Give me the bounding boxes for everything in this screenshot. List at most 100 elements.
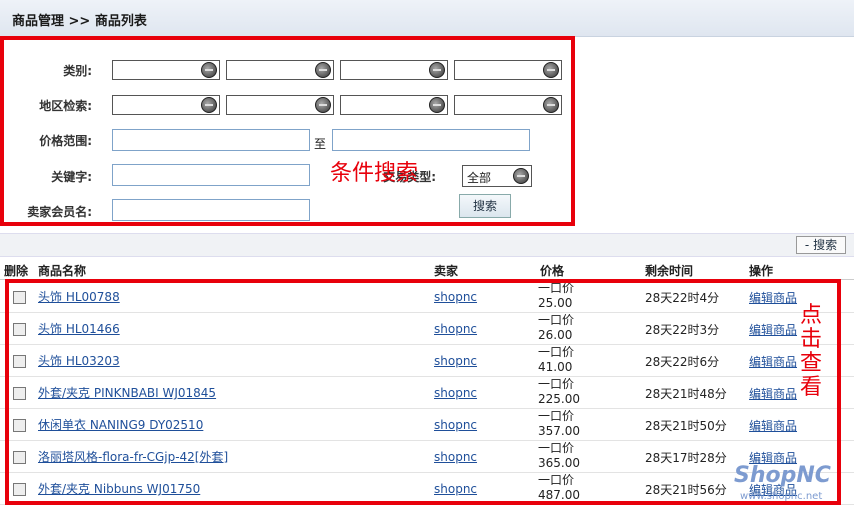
price-type: 一口价 [538, 345, 575, 359]
price-value: 487.00 [538, 488, 580, 502]
product-name-link[interactable]: 外套/夹克 Nibbuns WJ01750 [38, 480, 200, 497]
header-delete: 删除 [4, 264, 29, 278]
remaining-time: 28天21时50分 [645, 419, 727, 433]
separator-bar [0, 233, 854, 257]
dropdown-knob-icon [201, 62, 217, 78]
table-row: 头饰 HL01466 shopnc 一口价 26.00 28天22时3分 编辑商… [0, 312, 854, 345]
seller-label: 卖家会员名: [27, 205, 92, 219]
header-name: 商品名称 [38, 264, 87, 278]
price-max-input[interactable] [332, 129, 530, 151]
price-type: 一口价 [538, 441, 575, 455]
edit-product-link[interactable]: 编辑商品 [749, 321, 797, 338]
remaining-time: 28天21时48分 [645, 387, 727, 401]
dropdown-knob-icon [429, 97, 445, 113]
watermark-logo: ShopNC [734, 463, 831, 488]
remaining-time: 28天21时56分 [645, 483, 727, 497]
toggle-search-button[interactable]: - 搜索 [796, 236, 846, 254]
search-annotation: 条件搜索 [330, 161, 419, 186]
price-value: 365.00 [538, 456, 580, 470]
product-name-link[interactable]: 头饰 HL00788 [38, 288, 120, 305]
breadcrumb: 商品管理 >> 商品列表 [12, 14, 147, 29]
header-action: 操作 [749, 264, 774, 278]
dropdown-knob-icon [513, 168, 529, 184]
seller-link[interactable]: shopnc [434, 482, 477, 496]
price-type: 一口价 [538, 409, 575, 423]
dropdown-knob-icon [315, 97, 331, 113]
price-value: 357.00 [538, 424, 580, 438]
edit-product-link[interactable]: 编辑商品 [749, 385, 797, 402]
page-header: 商品管理 >> 商品列表 [0, 0, 854, 37]
seller-link[interactable]: shopnc [434, 354, 477, 368]
price-type: 一口价 [538, 377, 575, 391]
seller-link[interactable]: shopnc [434, 450, 477, 464]
category-select-4[interactable] [454, 60, 562, 80]
keyword-input[interactable] [112, 164, 310, 186]
price-type: 一口价 [538, 313, 575, 327]
delete-checkbox[interactable] [13, 355, 26, 368]
category-select-3[interactable] [340, 60, 448, 80]
table-row: 休闲单衣 NANING9 DY02510 shopnc 一口价 357.00 2… [0, 408, 854, 441]
price-min-input[interactable] [112, 129, 310, 151]
delete-checkbox[interactable] [13, 483, 26, 496]
product-name-link[interactable]: 头饰 HL01466 [38, 320, 120, 337]
remaining-time: 28天22时4分 [645, 291, 720, 305]
category-select-1[interactable] [112, 60, 220, 80]
table-row: 头饰 HL03203 shopnc 一口价 41.00 28天22时6分 编辑商… [0, 344, 854, 377]
region-select-3[interactable] [340, 95, 448, 115]
product-name-link[interactable]: 头饰 HL03203 [38, 352, 120, 369]
delete-checkbox[interactable] [13, 387, 26, 400]
delete-checkbox[interactable] [13, 291, 26, 304]
table-row: 外套/夹克 PINKNBABI WJ01845 shopnc 一口价 225.0… [0, 376, 854, 409]
remaining-time: 28天22时3分 [645, 323, 720, 337]
edit-product-link[interactable]: 编辑商品 [749, 417, 797, 434]
dropdown-knob-icon [315, 62, 331, 78]
dropdown-knob-icon [201, 97, 217, 113]
seller-link[interactable]: shopnc [434, 290, 477, 304]
price-value: 41.00 [538, 360, 573, 374]
search-button[interactable]: 搜索 [459, 194, 511, 218]
trade-type-value: 全部 [467, 171, 492, 185]
remaining-time: 28天22时6分 [645, 355, 720, 369]
search-panel: 类别: 地区检索: 价格范围: 至 关键字: 交易类型: 全部 卖家会员名: 搜… [0, 36, 575, 226]
seller-link[interactable]: shopnc [434, 418, 477, 432]
trade-type-select[interactable]: 全部 [462, 165, 532, 187]
click-view-annotation: 点击查看 [800, 303, 823, 400]
price-value: 25.00 [538, 296, 573, 310]
delete-checkbox[interactable] [13, 451, 26, 464]
header-time: 剩余时间 [645, 264, 694, 278]
header-price: 价格 [540, 264, 565, 278]
category-label: 类别: [63, 64, 92, 78]
price-type: 一口价 [538, 281, 575, 295]
price-to-label: 至 [314, 137, 327, 151]
table-row: 洛丽塔风格-flora-fr-CGjp-42[外套] shopnc 一口价 36… [0, 440, 854, 473]
price-value: 26.00 [538, 328, 573, 342]
price-range-label: 价格范围: [39, 134, 92, 148]
keyword-label: 关键字: [51, 170, 92, 184]
region-select-2[interactable] [226, 95, 334, 115]
delete-checkbox[interactable] [13, 419, 26, 432]
edit-product-link[interactable]: 编辑商品 [749, 289, 797, 306]
table-row: 头饰 HL00788 shopnc 一口价 25.00 28天22时4分 编辑商… [0, 280, 854, 313]
table-row: 外套/夹克 Nibbuns WJ01750 shopnc 一口价 487.00 … [0, 472, 854, 505]
product-name-link[interactable]: 外套/夹克 PINKNBABI WJ01845 [38, 384, 216, 401]
table-header: 删除 商品名称 卖家 价格 剩余时间 操作 [0, 259, 854, 280]
region-select-4[interactable] [454, 95, 562, 115]
price-type: 一口价 [538, 473, 575, 487]
shopnc-watermark: ShopNC www.shopnc.net [728, 463, 848, 507]
header-seller: 卖家 [434, 264, 459, 278]
remaining-time: 28天17时28分 [645, 451, 727, 465]
dropdown-knob-icon [543, 62, 559, 78]
region-select-1[interactable] [112, 95, 220, 115]
delete-checkbox[interactable] [13, 323, 26, 336]
seller-link[interactable]: shopnc [434, 386, 477, 400]
seller-input[interactable] [112, 199, 310, 221]
dropdown-knob-icon [429, 62, 445, 78]
watermark-url: www.shopnc.net [740, 491, 823, 502]
price-value: 225.00 [538, 392, 580, 406]
product-name-link[interactable]: 休闲单衣 NANING9 DY02510 [38, 416, 203, 433]
dropdown-knob-icon [543, 97, 559, 113]
category-select-2[interactable] [226, 60, 334, 80]
product-name-link[interactable]: 洛丽塔风格-flora-fr-CGjp-42[外套] [38, 448, 228, 465]
edit-product-link[interactable]: 编辑商品 [749, 353, 797, 370]
seller-link[interactable]: shopnc [434, 322, 477, 336]
